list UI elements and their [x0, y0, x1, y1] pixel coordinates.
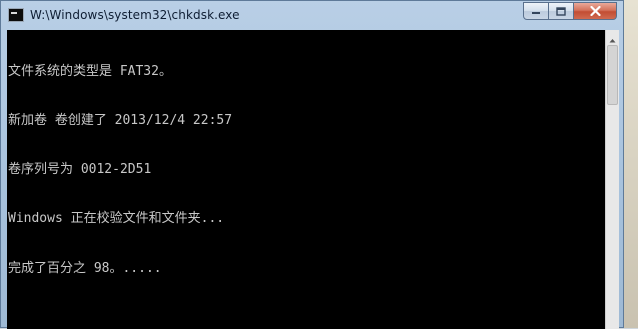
window-title: W:\Windows\system32\chkdsk.exe: [30, 8, 240, 22]
console-line: 卷序列号为 0012-2D51: [8, 162, 152, 178]
vertical-scrollbar[interactable]: [605, 30, 619, 329]
close-icon: [589, 6, 601, 16]
console-app-icon[interactable]: [8, 8, 24, 22]
scroll-up-button[interactable]: [606, 30, 619, 44]
scrollbar-thumb[interactable]: [607, 45, 618, 105]
minimize-icon: [531, 7, 541, 15]
console-line: 完成了百分之 98。.....: [8, 260, 162, 276]
console-line: Windows 正在校验文件和文件夹...: [8, 211, 225, 227]
maximize-button[interactable]: [549, 2, 574, 20]
window-controls: [523, 2, 617, 20]
console-line: 新加卷 卷创建了 2013/12/4 22:57: [8, 113, 233, 129]
console-line: 文件系统的类型是 FAT32。: [8, 63, 172, 79]
desktop-edge: [624, 0, 638, 328]
console-text: 文件系统的类型是 FAT32。 新加卷 卷创建了 2013/12/4 22:57…: [8, 31, 232, 310]
console-window[interactable]: W:\Windows\system32\chkdsk.exe 文件系统的类型是 …: [0, 0, 624, 329]
title-bar[interactable]: W:\Windows\system32\chkdsk.exe: [1, 1, 623, 29]
close-button[interactable]: [574, 2, 617, 20]
console-output-area[interactable]: 文件系统的类型是 FAT32。 新加卷 卷创建了 2013/12/4 22:57…: [7, 30, 619, 329]
maximize-icon: [556, 6, 566, 16]
minimize-button[interactable]: [523, 2, 549, 20]
